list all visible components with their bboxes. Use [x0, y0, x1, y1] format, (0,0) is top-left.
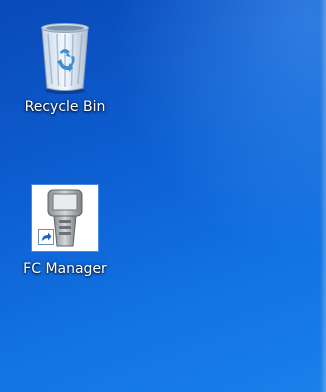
desktop[interactable]: Recycle Bin FC Manager: [0, 0, 326, 392]
shortcut-arrow-icon: [38, 229, 54, 245]
desktop-icon-fc-manager[interactable]: FC Manager: [15, 180, 115, 278]
desktop-icon-recycle-bin[interactable]: Recycle Bin: [15, 18, 115, 116]
recycle-bin-label: Recycle Bin: [24, 99, 106, 115]
fc-manager-tile: [32, 185, 98, 251]
desktop-edge-highlight: [320, 0, 326, 392]
recycle-bin-icon: [27, 18, 103, 94]
fc-manager-icon: [27, 180, 103, 256]
fc-manager-label: FC Manager: [23, 261, 107, 277]
